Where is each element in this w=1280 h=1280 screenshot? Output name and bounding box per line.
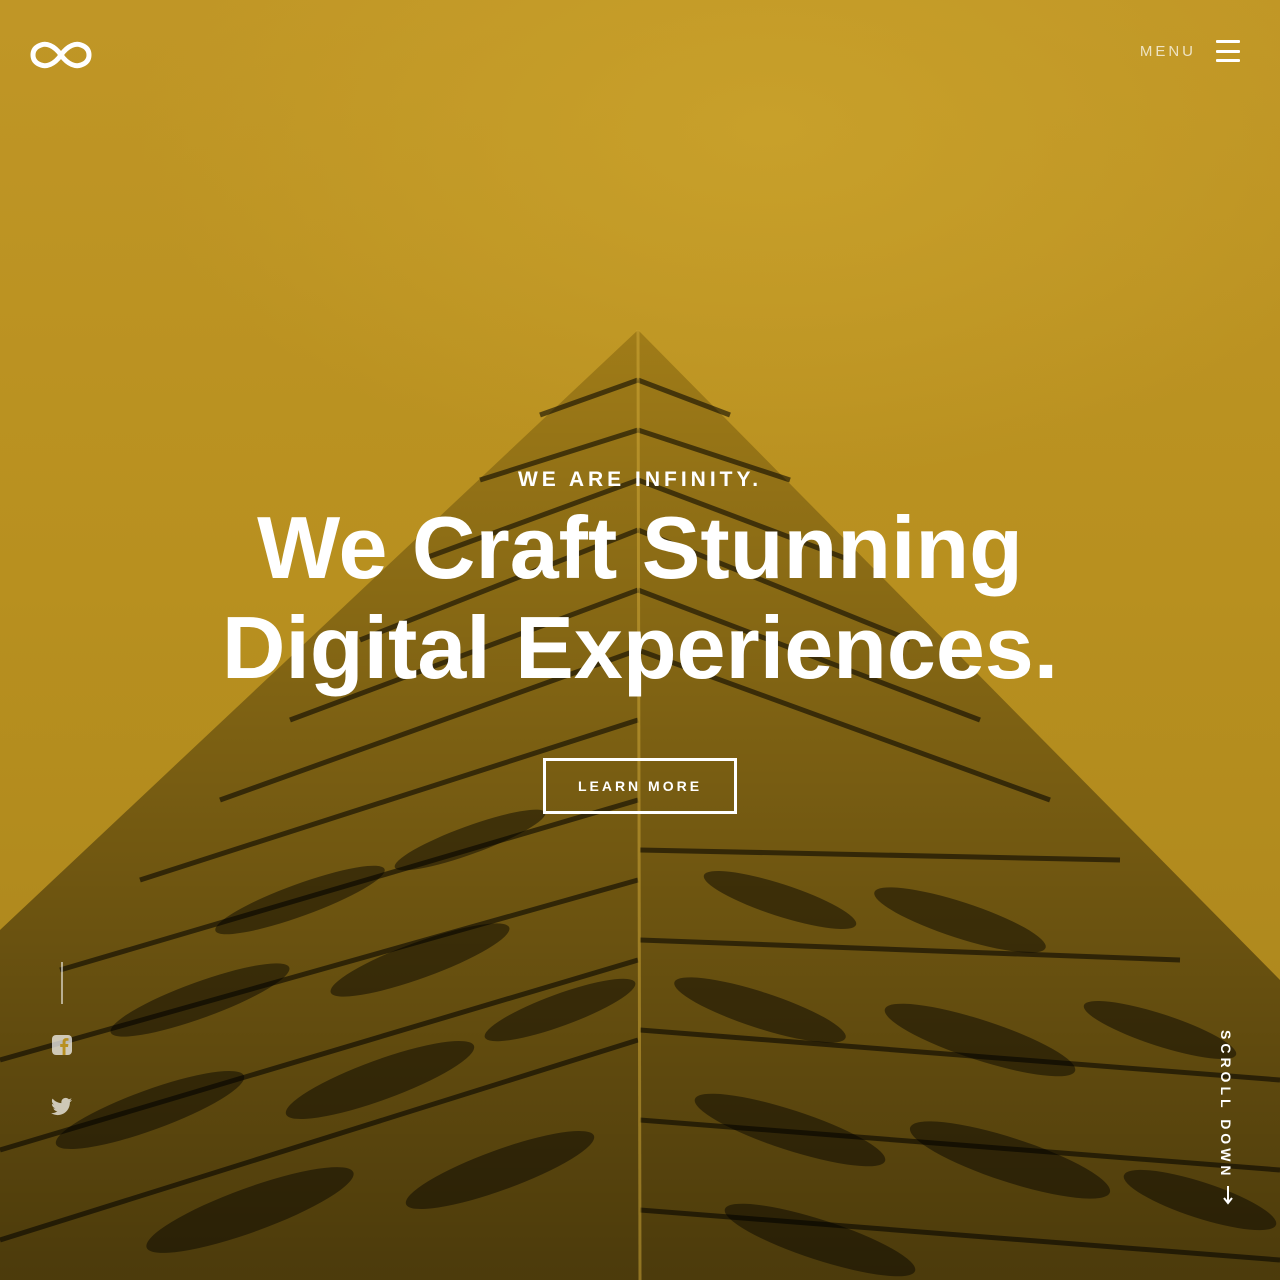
hero-content: WE ARE INFINITY. We Craft Stunning Digit… [0,468,1280,814]
facebook-icon[interactable] [51,1034,73,1056]
hero-headline-line-1: We Craft Stunning [257,498,1023,597]
learn-more-button[interactable]: LEARN MORE [543,758,737,814]
social-divider [61,962,63,1004]
logo[interactable] [30,38,92,72]
hero-headline: We Craft Stunning Digital Experiences. [0,498,1280,698]
hamburger-line [1216,59,1240,62]
hamburger-icon[interactable] [1216,40,1240,62]
hero-headline-line-2: Digital Experiences. [221,598,1059,697]
hamburger-line [1216,49,1240,53]
menu-label: MENU [1139,42,1196,60]
social-links [48,962,76,1158]
hamburger-line [1216,40,1240,43]
arrow-down-icon [1223,1186,1233,1205]
infinity-icon [30,41,92,69]
twitter-icon[interactable] [51,1096,73,1118]
hero-eyebrow: WE ARE INFINITY. [517,468,763,491]
menu-button[interactable]: MENU [1140,38,1240,64]
scroll-down-link[interactable]: SCROLL DOWN [1218,1030,1240,1210]
scroll-down-label: SCROLL DOWN [1218,1030,1234,1180]
